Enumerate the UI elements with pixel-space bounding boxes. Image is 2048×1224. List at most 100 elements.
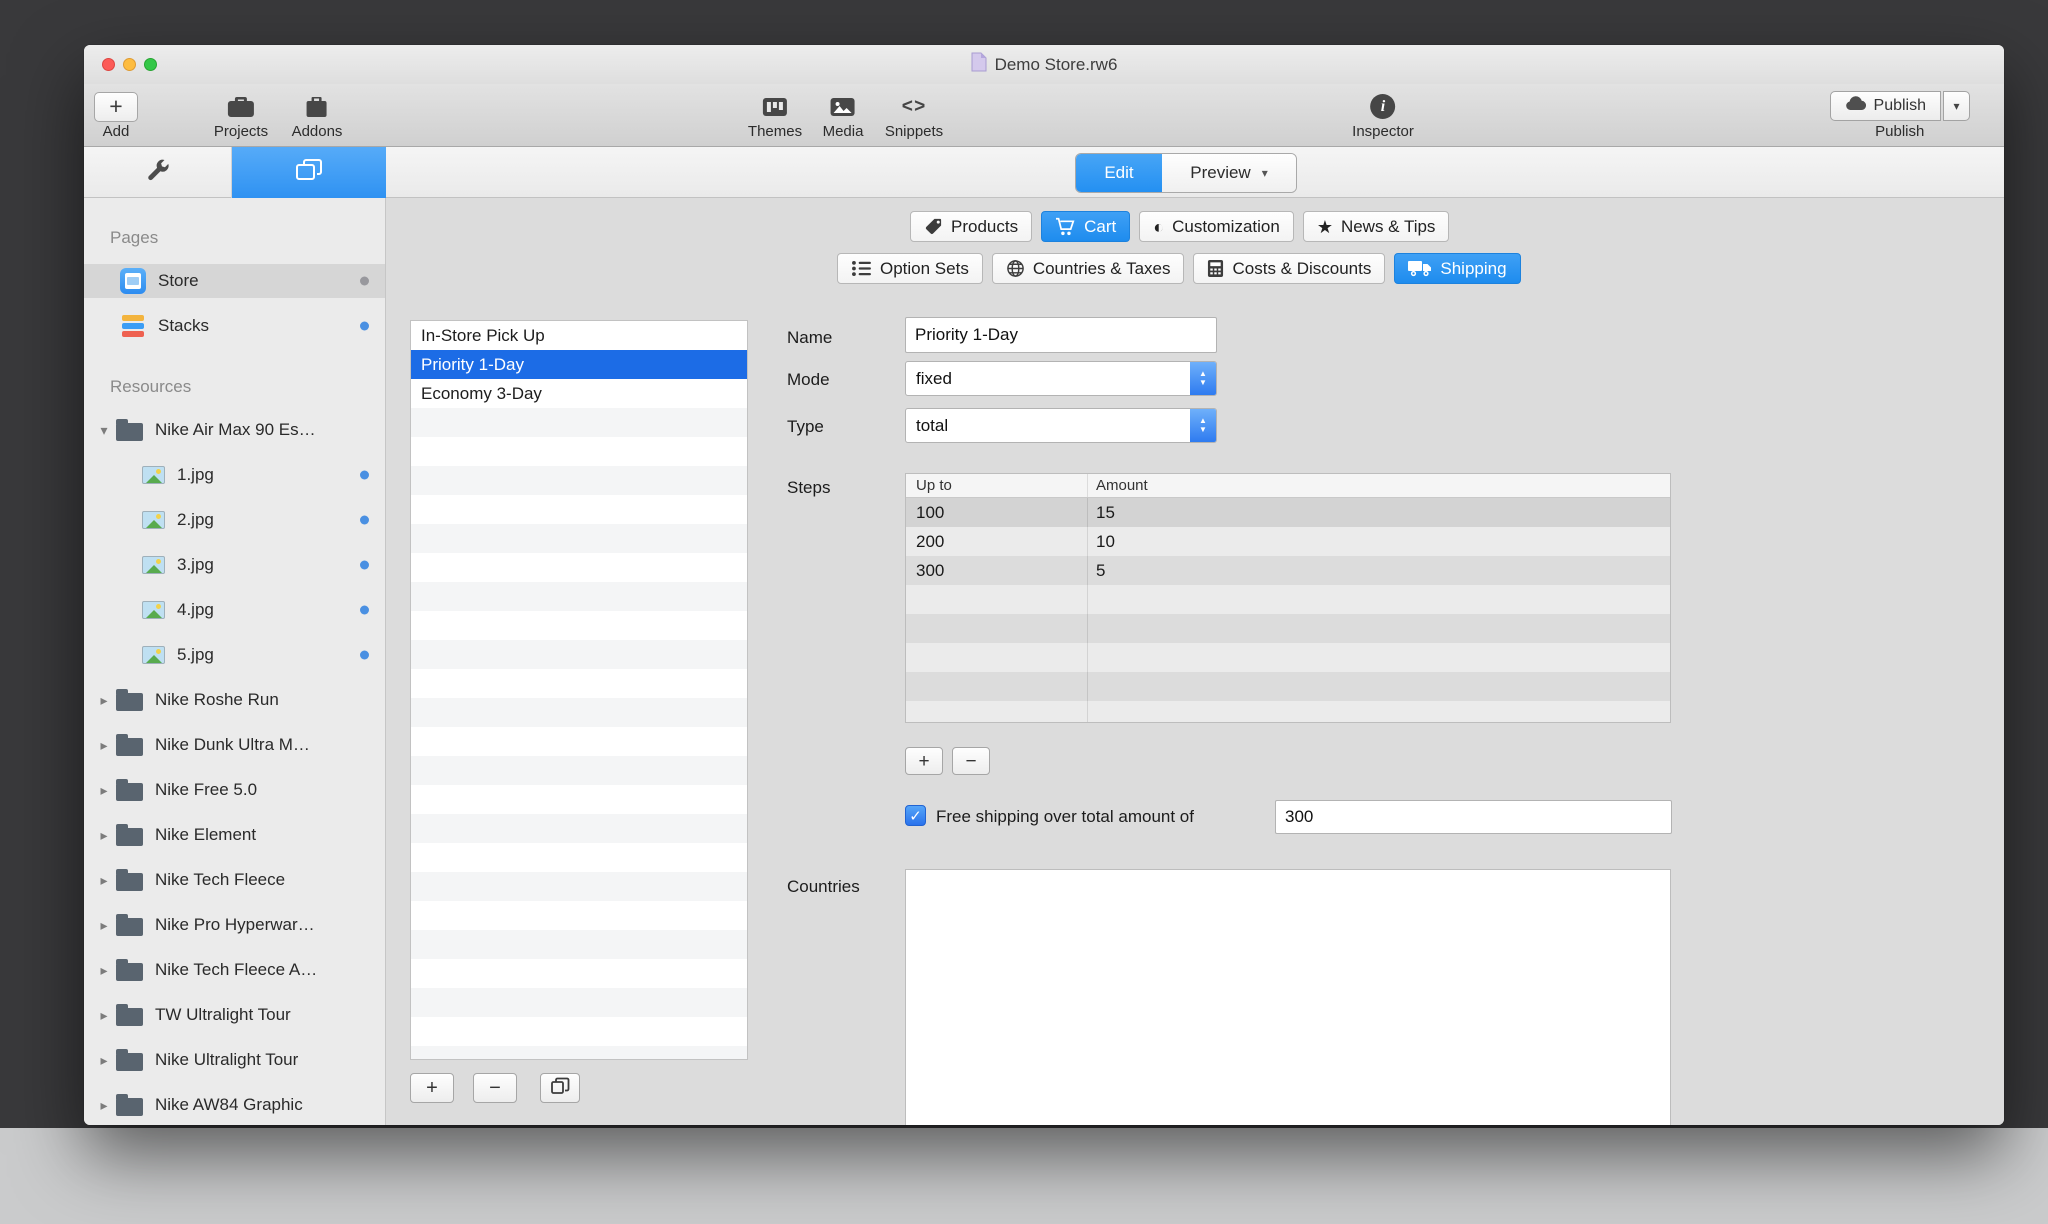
plus-icon: + <box>918 752 929 771</box>
snippets-icon: <> <box>902 96 927 118</box>
sidebar-folder[interactable]: ▸ Nike Element <box>84 818 385 852</box>
minimize-button[interactable] <box>123 58 136 71</box>
preview-tab[interactable]: Preview ▾ <box>1162 154 1296 192</box>
sidebar-folder[interactable]: ▸ Nike AW84 Graphic <box>84 1088 385 1122</box>
tab-tools[interactable] <box>84 147 232 198</box>
publish-button[interactable]: Publish <box>1830 91 1941 121</box>
steps-row[interactable]: 300 5 <box>906 556 1670 585</box>
disclosure-right-icon[interactable]: ▸ <box>94 827 114 844</box>
sidebar-folder[interactable]: ▸ Nike Roshe Run <box>84 683 385 717</box>
disclosure-right-icon[interactable]: ▸ <box>94 962 114 979</box>
sidebar-folder[interactable]: ▸ TW Ultralight Tour <box>84 998 385 1032</box>
desktop-background <box>0 1128 2048 1224</box>
snippets-button[interactable]: <> Snippets <box>885 91 943 140</box>
publish-dropdown-button[interactable]: ▾ <box>1943 91 1970 121</box>
sidebar-folder[interactable]: ▸ Nike Free 5.0 <box>84 773 385 807</box>
disclosure-right-icon[interactable]: ▸ <box>94 692 114 709</box>
sidebar-folder[interactable]: ▸ Nike Pro Hyperwar… <box>84 908 385 942</box>
image-file-icon <box>142 511 165 529</box>
list-item-selected[interactable]: Priority 1-Day <box>411 350 747 379</box>
shipping-methods-list: In-Store Pick Up Priority 1-Day Economy … <box>410 320 748 1060</box>
remove-method-button[interactable]: − <box>473 1073 517 1103</box>
sidebar-resource-image[interactable]: 5.jpg <box>84 638 385 672</box>
tab-countries-taxes[interactable]: Countries & Taxes <box>992 253 1185 284</box>
name-input[interactable] <box>905 317 1217 353</box>
disclosure-right-icon[interactable]: ▸ <box>94 1052 114 1069</box>
folder-icon <box>116 738 143 756</box>
tab-news-tips[interactable]: ★ News & Tips <box>1303 211 1450 242</box>
list-item[interactable]: Economy 3-Day <box>411 379 747 408</box>
disclosure-right-icon[interactable]: ▸ <box>94 1007 114 1024</box>
app-window: Demo Store.rw6 + Add Projects Addons The… <box>84 45 2004 1125</box>
status-dot <box>360 561 369 570</box>
edit-tab[interactable]: Edit <box>1076 154 1162 192</box>
add-method-button[interactable]: + <box>410 1073 454 1103</box>
folder-icon <box>116 963 143 981</box>
check-icon: ✓ <box>909 807 922 825</box>
tab-shipping[interactable]: Shipping <box>1394 253 1520 284</box>
plus-icon: + <box>94 92 138 122</box>
tab-option-sets[interactable]: Option Sets <box>837 253 983 284</box>
sidebar-folder-air-max[interactable]: ▾ Nike Air Max 90 Es… <box>84 413 385 447</box>
half-circle-icon: ◐ <box>1153 218 1164 236</box>
media-icon <box>830 91 856 122</box>
sidebar-resource-image[interactable]: 4.jpg <box>84 593 385 627</box>
minus-icon: − <box>965 752 976 771</box>
sidebar-folder[interactable]: ▸ Nike Tech Fleece <box>84 863 385 897</box>
sidebar-folder[interactable]: ▸ Nike Dunk Ultra M… <box>84 728 385 762</box>
free-shipping-amount-input[interactable] <box>1275 800 1672 834</box>
tab-customization[interactable]: ◐ Customization <box>1139 211 1294 242</box>
free-shipping-checkbox[interactable]: ✓ <box>905 805 926 826</box>
list-item[interactable]: In-Store Pick Up <box>411 321 747 350</box>
add-button[interactable]: + Add <box>94 91 138 140</box>
disclosure-right-icon[interactable]: ▸ <box>94 737 114 754</box>
tab-products[interactable]: Products <box>910 211 1032 242</box>
countries-box[interactable] <box>905 869 1671 1125</box>
sidebar-item-store[interactable]: Store <box>84 264 385 298</box>
remove-step-button[interactable]: − <box>952 747 990 775</box>
disclosure-right-icon[interactable]: ▸ <box>94 782 114 799</box>
add-step-button[interactable]: + <box>905 747 943 775</box>
sidebar-resource-image[interactable]: 2.jpg <box>84 503 385 537</box>
addons-icon <box>304 91 330 122</box>
steps-row[interactable]: 100 15 <box>906 498 1670 527</box>
media-button[interactable]: Media <box>823 91 864 140</box>
sidebar-resource-image[interactable]: 3.jpg <box>84 548 385 582</box>
stepper-icon[interactable]: ▲ ▼ <box>1190 409 1216 442</box>
window-title: Demo Store.rw6 <box>971 52 1118 77</box>
tab-costs-discounts[interactable]: Costs & Discounts <box>1193 253 1385 284</box>
sidebar-resource-image[interactable]: 1.jpg <box>84 458 385 492</box>
list-icon <box>851 260 872 277</box>
document-icon <box>971 52 987 77</box>
projects-icon <box>227 91 255 122</box>
publish-control: Publish ▾ Publish <box>1830 91 1970 140</box>
sidebar-folder[interactable]: ▸ Nike Tech Fleece A… <box>84 953 385 987</box>
sidebar-item-stacks[interactable]: Stacks <box>84 309 385 343</box>
disclosure-down-icon[interactable]: ▾ <box>94 422 114 439</box>
projects-button[interactable]: Projects <box>214 91 268 140</box>
steps-row[interactable]: 200 10 <box>906 527 1670 556</box>
tab-pages[interactable] <box>232 147 386 198</box>
inspector-button[interactable]: i Inspector <box>1352 91 1414 140</box>
folder-icon <box>116 783 143 801</box>
mode-select[interactable]: fixed ▲ ▼ <box>905 361 1217 396</box>
duplicate-method-button[interactable] <box>540 1073 580 1103</box>
tab-cart[interactable]: Cart <box>1041 211 1130 242</box>
steps-table-body: 100 15 200 10 300 5 <box>906 498 1670 722</box>
addons-button[interactable]: Addons <box>292 91 343 140</box>
cart-tabs: Option Sets Countries & Taxes Costs & Di… <box>837 253 1521 284</box>
type-select[interactable]: total ▲ ▼ <box>905 408 1217 443</box>
close-button[interactable] <box>102 58 115 71</box>
disclosure-right-icon[interactable]: ▸ <box>94 1097 114 1114</box>
disclosure-right-icon[interactable]: ▸ <box>94 872 114 889</box>
sidebar-folder[interactable]: ▸ Nike Ultralight Tour <box>84 1043 385 1077</box>
themes-button[interactable]: Themes <box>748 91 802 140</box>
zoom-button[interactable] <box>144 58 157 71</box>
cart-icon <box>1055 217 1076 236</box>
disclosure-right-icon[interactable]: ▸ <box>94 917 114 934</box>
stepper-icon[interactable]: ▲ ▼ <box>1190 362 1216 395</box>
image-file-icon <box>142 466 165 484</box>
image-file-icon <box>142 556 165 574</box>
status-dot <box>360 516 369 525</box>
plus-icon: + <box>426 1078 438 1098</box>
